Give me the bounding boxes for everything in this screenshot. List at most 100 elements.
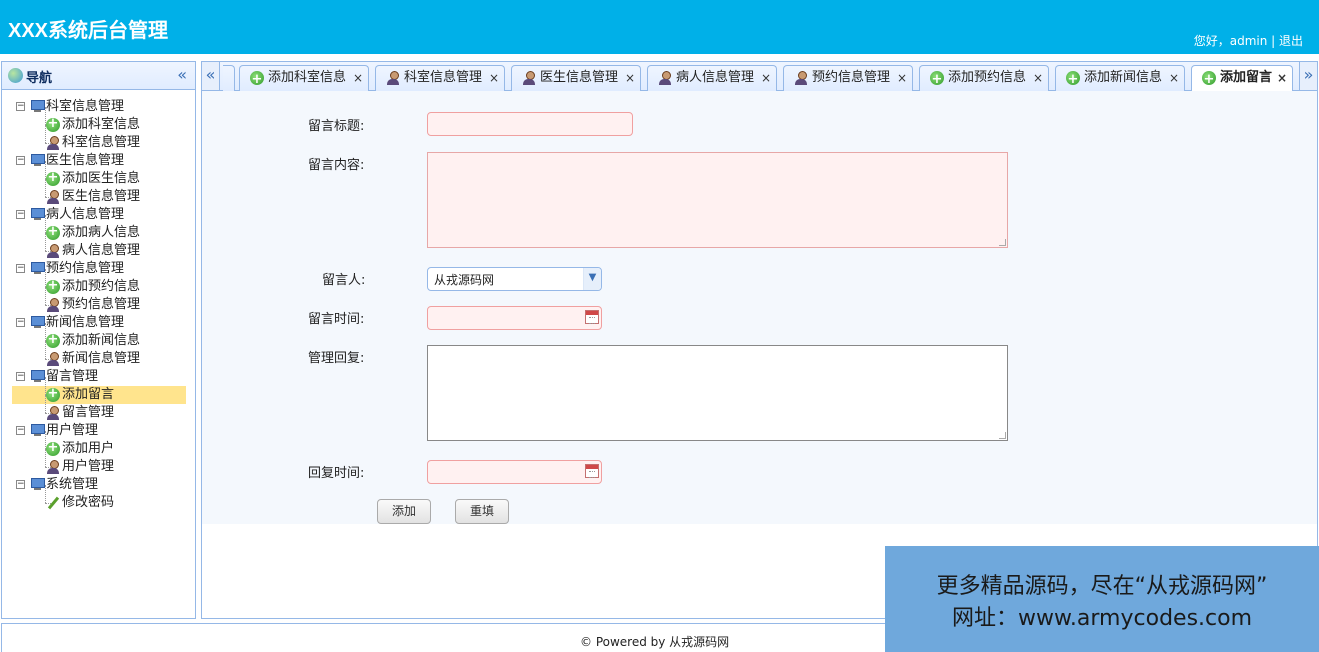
- collapse-toggle-icon[interactable]: −: [16, 264, 25, 273]
- resize-grip-icon[interactable]: [999, 432, 1006, 439]
- tree-item[interactable]: 添加留言: [12, 377, 186, 404]
- tree-group-label: 病人信息管理: [46, 207, 125, 222]
- collapse-toggle-icon[interactable]: −: [16, 210, 25, 219]
- collapse-toggle-icon[interactable]: −: [16, 480, 25, 489]
- promo-banner: 更多精品源码，尽在“从戎源码网” 网址：www.armycodes.com: [885, 546, 1319, 652]
- tab[interactable]: 医生信息管理 ×: [511, 65, 641, 91]
- collapse-toggle-icon[interactable]: −: [16, 156, 25, 165]
- collapse-icon[interactable]: «: [177, 65, 187, 84]
- tree-item-label: 添加预约信息: [62, 279, 141, 294]
- add-icon: [46, 385, 60, 403]
- collapse-toggle-icon[interactable]: −: [16, 426, 25, 435]
- tab[interactable]: 预约信息管理 ×: [783, 65, 913, 91]
- tab[interactable]: 添加留言 ×: [1191, 65, 1293, 92]
- submit-button[interactable]: 添加: [377, 499, 431, 524]
- tab[interactable]: 科室信息管理 ×: [375, 65, 505, 91]
- tree-group[interactable]: − 医生信息管理: [12, 152, 186, 170]
- close-icon[interactable]: ×: [489, 66, 499, 90]
- title-input[interactable]: [427, 112, 633, 136]
- tree-group[interactable]: − 用户管理: [12, 422, 186, 440]
- tab-scroll-left-button[interactable]: «: [202, 62, 220, 90]
- tree-item[interactable]: 用户管理: [12, 449, 186, 476]
- close-icon[interactable]: ×: [625, 66, 635, 90]
- tab-label: 科室信息管理: [404, 70, 483, 85]
- tab-label: 医生信息管理: [540, 70, 619, 85]
- tab[interactable]: 添加预约信息 ×: [919, 65, 1049, 92]
- tree-item[interactable]: 添加用户: [12, 431, 186, 458]
- calendar-icon[interactable]: [585, 310, 599, 324]
- tree-group[interactable]: − 系统管理: [12, 476, 186, 494]
- user-icon: [522, 71, 536, 85]
- tab-label: 预约信息管理: [812, 70, 891, 85]
- reply-textarea[interactable]: [427, 345, 1008, 441]
- sidebar-nav: 导航 « −科室信息管理添加科室信息科室信息管理 − 医生信息管理添加医生信息医生信…: [1, 61, 196, 619]
- tree-group[interactable]: − 预约信息管理: [12, 260, 186, 278]
- add-icon: [930, 68, 944, 92]
- tree-group[interactable]: − 科室信息管理: [12, 98, 186, 116]
- reply-time-label: 回复时间:: [308, 466, 365, 481]
- user-icon: [658, 71, 672, 85]
- message-form: 留言标题: 留言内容: 留言人: 从戎源码网 ▼ 留言时间: 管理回复: 回复时…: [202, 91, 1317, 524]
- tree-group[interactable]: − 新闻信息管理: [12, 314, 186, 332]
- reply-time-input[interactable]: [427, 460, 602, 484]
- time-label: 留言时间:: [308, 312, 365, 327]
- sidebar-header: 导航 «: [2, 62, 195, 90]
- tree-item-label: 添加新闻信息: [62, 333, 141, 348]
- author-select[interactable]: 从戎源码网 ▼: [427, 267, 602, 291]
- tab[interactable]: 添加新闻信息 ×: [1055, 65, 1185, 92]
- tree-item-label: 添加留言: [62, 387, 115, 402]
- tab-label: 病人信息管理: [676, 70, 755, 85]
- tree-item-label: 留言管理: [62, 405, 115, 420]
- tree-item[interactable]: 添加医生信息: [12, 161, 186, 188]
- resize-grip-icon[interactable]: [999, 239, 1006, 246]
- collapse-toggle-icon[interactable]: −: [16, 102, 25, 111]
- close-icon[interactable]: ×: [1277, 66, 1287, 90]
- tree-item[interactable]: 病人信息管理: [12, 233, 186, 260]
- tree-group-label: 医生信息管理: [46, 153, 125, 168]
- collapse-toggle-icon[interactable]: −: [16, 318, 25, 327]
- close-icon[interactable]: ×: [761, 66, 771, 90]
- tree-item[interactable]: 添加预约信息: [12, 269, 186, 296]
- monitor-icon: [30, 262, 45, 274]
- tree-item[interactable]: 修改密码: [12, 485, 186, 512]
- monitor-icon: [30, 154, 45, 166]
- tab-scroll-right-button[interactable]: »: [1299, 62, 1317, 90]
- add-icon: [250, 68, 264, 92]
- monitor-icon: [30, 424, 45, 436]
- main-panel: « » 添加科室信息×科室信息管理×医生信息管理×病人信息管理×预约信息管理×添…: [201, 61, 1318, 619]
- tree-item[interactable]: 添加病人信息: [12, 215, 186, 242]
- user-icon: [46, 460, 60, 474]
- tree-item[interactable]: 科室信息管理: [12, 125, 186, 152]
- user-icon: [46, 190, 60, 204]
- sidebar-title: 导航: [26, 71, 53, 86]
- reset-button[interactable]: 重填: [455, 499, 509, 524]
- tab[interactable]: 病人信息管理 ×: [647, 65, 777, 91]
- tree-item-label: 用户管理: [62, 459, 115, 474]
- reply-label: 管理回复:: [308, 351, 365, 366]
- banner-line-2: 网址：www.armycodes.com: [951, 606, 1253, 631]
- tree-item-label: 修改密码: [62, 495, 115, 510]
- tree-item[interactable]: 预约信息管理: [12, 287, 186, 314]
- user-greeting-logout[interactable]: 您好，admin | 退出: [1194, 32, 1303, 49]
- tree-item-label: 病人信息管理: [62, 243, 141, 258]
- tree-item[interactable]: 留言管理: [12, 395, 186, 422]
- tree-item-label: 新闻信息管理: [62, 351, 141, 366]
- tree-group[interactable]: − 病人信息管理: [12, 206, 186, 224]
- chevron-down-icon[interactable]: ▼: [583, 268, 601, 290]
- close-icon[interactable]: ×: [897, 66, 907, 90]
- close-icon[interactable]: ×: [353, 66, 363, 90]
- close-icon[interactable]: ×: [1033, 66, 1043, 90]
- collapse-toggle-icon[interactable]: −: [16, 372, 25, 381]
- user-icon: [794, 71, 808, 85]
- close-icon[interactable]: ×: [1169, 66, 1179, 90]
- tree-group[interactable]: − 留言管理: [12, 368, 186, 386]
- tree-item[interactable]: 新闻信息管理: [12, 341, 186, 368]
- tree-item[interactable]: 添加科室信息: [12, 107, 186, 134]
- content-textarea[interactable]: [427, 152, 1008, 248]
- time-input[interactable]: [427, 306, 602, 330]
- tab[interactable]: 添加科室信息 ×: [239, 65, 369, 92]
- tab-partial-hidden[interactable]: [223, 65, 235, 91]
- tree-item[interactable]: 医生信息管理: [12, 179, 186, 206]
- calendar-icon[interactable]: [585, 464, 599, 478]
- tree-item[interactable]: 添加新闻信息: [12, 323, 186, 350]
